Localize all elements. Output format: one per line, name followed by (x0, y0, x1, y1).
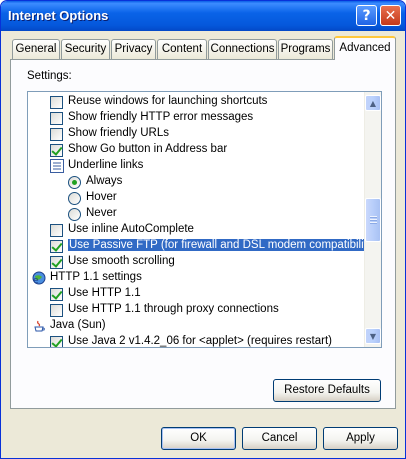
setting-radio[interactable] (68, 176, 81, 189)
setting-checkbox[interactable] (50, 96, 63, 109)
setting-label: Use HTTP 1.1 through proxy connections (68, 303, 279, 315)
setting-radio[interactable] (68, 192, 81, 205)
ok-button[interactable]: OK (161, 427, 236, 450)
setting-row: Java (Sun) (28, 318, 365, 334)
setting-row[interactable]: Show friendly URLs (28, 126, 365, 142)
setting-radio[interactable] (68, 208, 81, 221)
apply-button[interactable]: Apply (323, 427, 398, 450)
setting-row[interactable]: Use inline AutoComplete (28, 222, 365, 238)
setting-label: Show Go button in Address bar (68, 143, 228, 155)
setting-row[interactable]: Use smooth scrolling (28, 254, 365, 270)
close-icon: ✕ (384, 7, 397, 24)
help-icon: ? (362, 7, 371, 24)
setting-checkbox[interactable] (50, 304, 63, 317)
scroll-thumb[interactable] (365, 197, 381, 242)
java-cup-icon (32, 319, 46, 333)
setting-row[interactable]: Use Java 2 v1.4.2_06 for <applet> (requi… (28, 334, 365, 347)
setting-label: Always (86, 175, 123, 187)
title-bar[interactable]: Internet Options ? ✕ (1, 1, 405, 31)
chevron-up-icon: ▲ (369, 98, 377, 108)
grip-line (370, 221, 377, 223)
tab-general[interactable]: General (12, 39, 60, 59)
setting-checkbox[interactable] (50, 128, 63, 141)
close-button[interactable]: ✕ (380, 5, 401, 26)
settings-list[interactable]: Reuse windows for launching shortcuts Sho… (27, 91, 382, 348)
setting-row[interactable]: Never (28, 206, 365, 222)
setting-row: e HTTP 1.1 settings (28, 270, 365, 286)
setting-group-label: Underline links (68, 159, 144, 171)
setting-label: Never (86, 207, 117, 219)
setting-checkbox[interactable] (50, 288, 63, 301)
vertical-scrollbar[interactable]: ▲ ▼ (364, 92, 381, 347)
cancel-button[interactable]: Cancel (242, 427, 317, 450)
underline-group-icon (50, 159, 64, 173)
restore-defaults-button[interactable]: Restore Defaults (273, 379, 381, 402)
settings-label: Settings: (27, 70, 72, 82)
setting-label: Hover (86, 191, 117, 203)
setting-row[interactable]: Use HTTP 1.1 through proxy connections (28, 302, 365, 318)
setting-row[interactable]: Hover (28, 190, 365, 206)
grip-line (370, 215, 377, 217)
window-title: Internet Options (8, 8, 109, 23)
help-button[interactable]: ? (356, 5, 377, 26)
tab-advanced[interactable]: Advanced (334, 36, 396, 60)
setting-checkbox[interactable] (50, 144, 63, 157)
setting-row[interactable]: Use Passive FTP (for firewall and DSL mo… (28, 238, 378, 254)
scroll-down-button[interactable]: ▼ (365, 328, 381, 344)
setting-row: Underline links (28, 158, 365, 174)
setting-label: Use HTTP 1.1 (68, 287, 141, 299)
setting-label: Show friendly HTTP error messages (68, 111, 254, 123)
setting-label: Use Java 2 v1.4.2_06 for <applet> (requi… (68, 335, 333, 347)
grip-line (370, 218, 377, 220)
tab-connections[interactable]: Connections (208, 39, 277, 59)
setting-label: Use smooth scrolling (68, 255, 175, 267)
setting-label: Show friendly URLs (68, 127, 169, 139)
setting-row[interactable]: Use HTTP 1.1 (28, 286, 365, 302)
setting-label: Use Passive FTP (for firewall and DSL mo… (68, 239, 378, 251)
setting-row[interactable]: Reuse windows for launching shortcuts (28, 94, 365, 110)
setting-row[interactable]: Show friendly HTTP error messages (28, 110, 365, 126)
chevron-down-icon: ▼ (369, 331, 377, 341)
setting-checkbox[interactable] (50, 224, 63, 237)
setting-checkbox[interactable] (50, 256, 63, 269)
setting-group-label: Java (Sun) (50, 319, 106, 331)
setting-checkbox[interactable] (50, 112, 63, 125)
setting-row[interactable]: Always (28, 174, 365, 190)
tab-programs[interactable]: Programs (278, 39, 333, 59)
setting-label: Reuse windows for launching shortcuts (68, 95, 268, 107)
setting-label: Use inline AutoComplete (68, 223, 194, 235)
setting-checkbox[interactable] (50, 336, 63, 347)
setting-group-label: HTTP 1.1 settings (50, 271, 142, 283)
tab-security[interactable]: Security (61, 39, 110, 59)
globe-icon: e (32, 271, 46, 286)
svg-text:e: e (33, 276, 39, 285)
tab-content[interactable]: Content (157, 39, 207, 59)
scroll-up-button[interactable]: ▲ (365, 95, 381, 111)
tab-privacy[interactable]: Privacy (111, 39, 156, 59)
setting-row[interactable]: Show Go button in Address bar (28, 142, 365, 158)
setting-checkbox[interactable] (50, 240, 63, 253)
internet-options-window: Internet Options ? ✕ General Security Pr… (0, 0, 406, 459)
